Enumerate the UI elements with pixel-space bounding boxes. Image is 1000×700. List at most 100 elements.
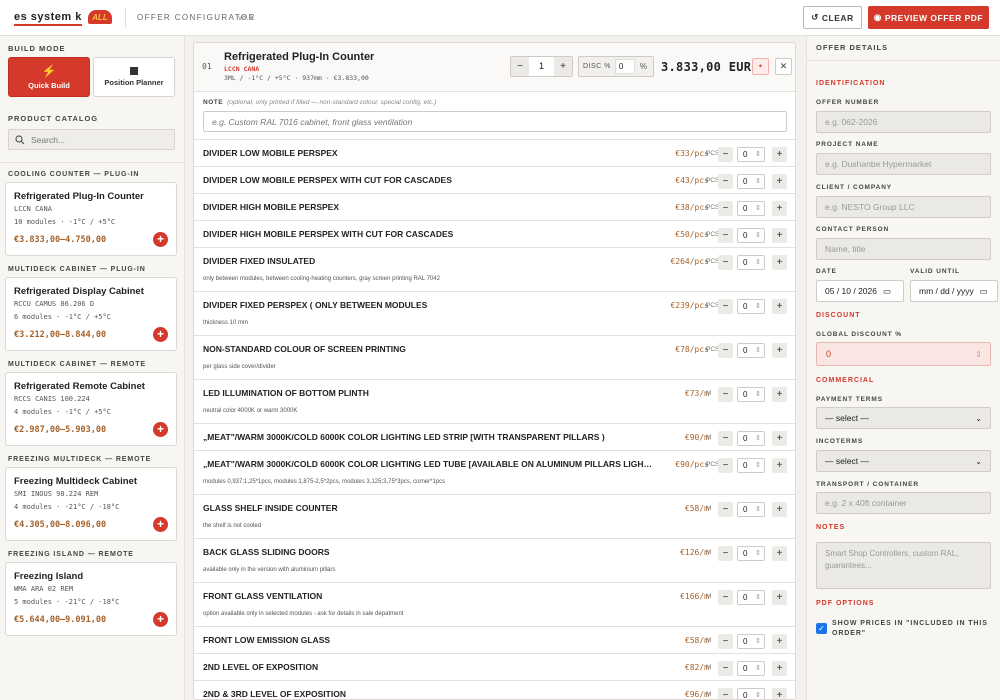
contact-field[interactable]: Name, title	[816, 238, 991, 260]
incoterms-select[interactable]: — select — ⌄	[816, 450, 991, 472]
option-qty-input[interactable]: 0	[737, 201, 765, 216]
spinner-icon: ⇕	[975, 349, 982, 359]
option-qty-input[interactable]: 0	[737, 228, 765, 243]
search-input[interactable]	[31, 134, 161, 145]
option-minus-button[interactable]: −	[718, 634, 733, 649]
option-plus-button[interactable]: +	[772, 147, 787, 162]
option-qty-input[interactable]: 0	[737, 255, 765, 270]
option-qty-input[interactable]: 0	[737, 147, 765, 162]
add-product-button[interactable]: +	[153, 327, 168, 342]
option-qty-input[interactable]: 0	[737, 387, 765, 402]
option-price: €38/pcs	[675, 203, 709, 212]
pdf-options-section: PDF OPTIONS	[816, 600, 875, 607]
client-label: CLIENT / COMPANY	[816, 184, 893, 191]
option-minus-button[interactable]: −	[718, 661, 733, 676]
date-field[interactable]: 05 / 10 / 2026 ▭	[816, 280, 904, 302]
qty-plus-button[interactable]: +	[554, 57, 572, 76]
notes-textarea[interactable]: Smart Shop Controllers, custom RAL, guar…	[816, 542, 991, 589]
option-qty-input[interactable]: 0	[737, 174, 765, 189]
option-minus-button[interactable]: −	[718, 387, 733, 402]
option-plus-button[interactable]: +	[772, 343, 787, 358]
option-minus-button[interactable]: −	[718, 299, 733, 314]
position-planner-button[interactable]: Position Planner	[93, 57, 175, 97]
option-minus-button[interactable]: −	[718, 502, 733, 517]
add-product-button[interactable]: +	[153, 517, 168, 532]
option-plus-button[interactable]: +	[772, 387, 787, 402]
calendar-icon: ▭	[979, 285, 988, 296]
option-minus-button[interactable]: −	[718, 590, 733, 605]
option-plus-button[interactable]: +	[772, 431, 787, 446]
option-qty-input[interactable]: 0	[737, 299, 765, 314]
option-qty-input[interactable]: 0	[737, 688, 765, 699]
card-specs: 10 modules · -1°C / +5°C	[14, 218, 116, 226]
option-minus-button[interactable]: −	[718, 174, 733, 189]
clear-button[interactable]: ↺ CLEAR	[803, 6, 862, 29]
show-prices-checkbox[interactable]: ✓	[816, 623, 827, 634]
option-minus-button[interactable]: −	[718, 458, 733, 473]
product-card-remote-cabinet[interactable]: Refrigerated Remote Cabinet RCCS CANIS 1…	[5, 372, 177, 446]
client-field[interactable]: e.g. NESTO Group LLC	[816, 196, 991, 218]
catalog-label: PRODUCT CATALOG	[8, 114, 99, 123]
option-name: 2ND & 3RD LEVEL OF EXPOSITION	[203, 689, 346, 699]
option-price: €50/pcs	[675, 230, 709, 239]
remove-product-button[interactable]: ✕	[775, 58, 792, 75]
option-minus-button[interactable]: −	[718, 147, 733, 162]
option-plus-button[interactable]: +	[772, 546, 787, 561]
quick-build-button[interactable]: ⚡ Quick Build	[8, 57, 90, 97]
option-qty-input[interactable]: 0	[737, 546, 765, 561]
option-qty-input[interactable]: 0	[737, 634, 765, 649]
qty-minus-button[interactable]: −	[511, 57, 529, 76]
option-minus-button[interactable]: −	[718, 228, 733, 243]
date-label: DATE	[816, 268, 837, 275]
option-plus-button[interactable]: +	[772, 174, 787, 189]
option-plus-button[interactable]: +	[772, 201, 787, 216]
option-qty-input[interactable]: 0	[737, 590, 765, 605]
product-card-freezing-island[interactable]: Freezing Island WMA ARA 02 REM 5 modules…	[5, 562, 177, 636]
option-plus-button[interactable]: +	[772, 255, 787, 270]
preview-pdf-button[interactable]: ◉ PREVIEW OFFER PDF	[868, 6, 989, 29]
project-name-field[interactable]: e.g. Dushanbe Hypermarket	[816, 153, 991, 175]
option-minus-button[interactable]: −	[718, 431, 733, 446]
card-specs: 4 modules · -21°C / -18°C	[14, 503, 120, 511]
option-plus-button[interactable]: +	[772, 299, 787, 314]
option-qty-input[interactable]: 0	[737, 431, 765, 446]
product-card-freezing-multideck[interactable]: Freezing Multideck Cabinet SMI INOUS 98.…	[5, 467, 177, 541]
payment-terms-select[interactable]: — select — ⌄	[816, 407, 991, 429]
option-name: NON-STANDARD COLOUR OF SCREEN PRINTING	[203, 344, 406, 354]
option-minus-button[interactable]: −	[718, 201, 733, 216]
option-minus-button[interactable]: −	[718, 255, 733, 270]
add-product-button[interactable]: +	[153, 612, 168, 627]
qty-value[interactable]: 1	[529, 57, 554, 76]
discount-input[interactable]: 0	[614, 59, 635, 74]
option-qty-input[interactable]: 0	[737, 502, 765, 517]
option-qty-input[interactable]: 0	[737, 343, 765, 358]
add-product-button[interactable]: +	[153, 422, 168, 437]
option-plus-button[interactable]: +	[772, 458, 787, 473]
option-plus-button[interactable]: +	[772, 661, 787, 676]
option-plus-button[interactable]: +	[772, 590, 787, 605]
category-label: COOLING COUNTER — PLUG-IN	[8, 171, 140, 178]
card-code: RCCS CANIS 100.224	[14, 395, 90, 403]
add-product-button[interactable]: +	[153, 232, 168, 247]
option-unit: M	[706, 390, 712, 397]
offer-number-field[interactable]: e.g. 062-2026	[816, 111, 991, 133]
option-row: „MEAT"/WARM 3000K/COLD 6000K COLOR LIGHT…	[194, 423, 795, 450]
option-qty-input[interactable]: 0	[737, 661, 765, 676]
option-plus-button[interactable]: +	[772, 228, 787, 243]
option-minus-button[interactable]: −	[718, 343, 733, 358]
global-discount-field[interactable]: 0 ⇕	[816, 342, 991, 366]
option-plus-button[interactable]: +	[772, 688, 787, 699]
note-input[interactable]	[203, 111, 787, 132]
option-plus-button[interactable]: +	[772, 502, 787, 517]
option-minus-button[interactable]: −	[718, 546, 733, 561]
option-plus-button[interactable]: +	[772, 634, 787, 649]
option-qty-input[interactable]: 0	[737, 458, 765, 473]
valid-until-field[interactable]: mm / dd / yyyy ▭	[910, 280, 998, 302]
product-card-display-cabinet[interactable]: Refrigerated Display Cabinet RCCU CAMUS …	[5, 277, 177, 351]
option-minus-button[interactable]: −	[718, 688, 733, 699]
option-name: „MEAT"/WARM 3000K/COLD 6000K COLOR LIGHT…	[203, 432, 605, 442]
note-toggle-button[interactable]: •	[752, 58, 769, 75]
product-card-plugin-counter[interactable]: Refrigerated Plug-In Counter LCCN CANA 1…	[5, 182, 177, 256]
option-description: neutral color 4000K or warm 3000K	[203, 408, 298, 414]
transport-field[interactable]: e.g. 2 x 40ft container	[816, 492, 991, 514]
